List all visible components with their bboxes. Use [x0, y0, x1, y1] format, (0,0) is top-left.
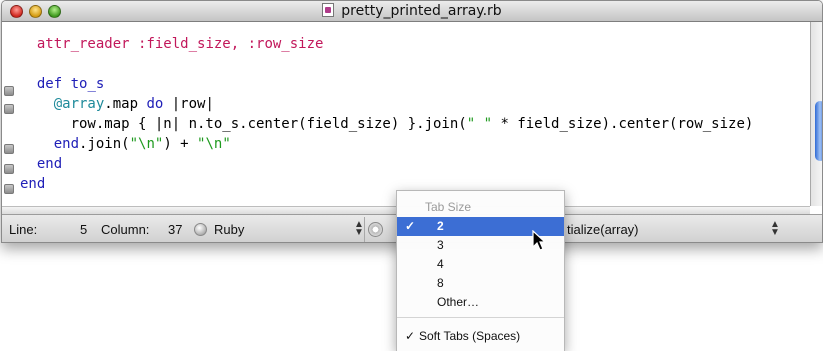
fold-marker-icon[interactable] [4, 184, 14, 194]
fold-marker-icon[interactable] [4, 104, 14, 114]
code-text[interactable]: attr_reader :field_size, :row_size def t… [20, 34, 753, 194]
code-line[interactable] [20, 54, 753, 74]
code-token: * field_size).center(row_size) [492, 116, 754, 132]
gear-icon[interactable] [368, 222, 383, 237]
fold-gutter [2, 22, 16, 206]
menu-item-other[interactable]: Other… [397, 293, 564, 312]
column-label: Column: [101, 222, 150, 237]
menu-item-tab-8[interactable]: 8 [397, 274, 564, 293]
code-token: .join( [79, 136, 130, 152]
code-line[interactable]: row.map { |n| n.to_s.center(field_size) … [20, 114, 754, 134]
code-token: def [36, 76, 63, 92]
code-token: :row_size [247, 36, 324, 52]
code-token: row.map { |n| n.to_s.center(field_size) … [20, 116, 467, 132]
code-token: "\n" [129, 136, 164, 152]
language-icon [194, 223, 207, 236]
code-token: :field_size [138, 36, 231, 52]
ruby-document-icon [322, 3, 335, 17]
code-token: "\n" [197, 136, 231, 152]
code-line[interactable]: end [20, 174, 753, 194]
title-bar[interactable]: pretty_printed_array.rb [2, 1, 822, 22]
code-line[interactable]: @array.map do |row| [20, 94, 753, 114]
tab-size-header: Tab Size [425, 200, 472, 214]
code-line[interactable]: def to_s [20, 74, 753, 94]
code-token: to_s [70, 76, 105, 92]
column-value: 37 [168, 222, 183, 237]
menu-separator [397, 317, 564, 318]
code-token: |row| [163, 96, 214, 112]
code-token: end [20, 176, 46, 192]
code-line[interactable]: end [20, 154, 753, 174]
symbol-popup[interactable]: tialize(array) [567, 222, 639, 237]
line-value: 5 [80, 222, 88, 237]
code-token: .map [104, 96, 147, 112]
code-editor[interactable]: attr_reader :field_size, :row_size def t… [2, 22, 810, 206]
code-line[interactable]: end.join("\n") + "\n" [20, 134, 753, 154]
code-line[interactable]: attr_reader :field_size, :row_size [20, 34, 753, 54]
language-popup-arrows-icon[interactable]: ▲ ▼ [354, 220, 364, 238]
mouse-pointer-icon [532, 230, 547, 251]
language-popup[interactable]: Ruby [214, 222, 244, 237]
divider [364, 217, 365, 242]
fold-marker-icon[interactable] [4, 164, 14, 174]
code-token: , [230, 36, 248, 52]
fold-marker-icon[interactable] [4, 144, 14, 154]
code-token: do [146, 96, 164, 112]
code-token: end [53, 136, 80, 152]
line-label: Line: [9, 222, 38, 237]
symbol-popup-arrows-icon[interactable]: ▲ ▼ [770, 220, 780, 238]
code-token: @array [53, 96, 105, 112]
vertical-scroll-thumb[interactable] [815, 101, 822, 161]
checkmark-icon: ✓ [405, 219, 416, 233]
code-token: end [36, 156, 63, 172]
code-token: attr_reader [36, 36, 130, 52]
menu-item-tab-4[interactable]: 4 [397, 255, 564, 274]
fold-marker-icon[interactable] [4, 86, 14, 96]
menu-item-soft-tabs[interactable]: ✓ Soft Tabs (Spaces) [397, 327, 564, 346]
checkmark-icon: ✓ [405, 329, 416, 343]
code-token: ) + [163, 136, 198, 152]
code-token: " " [466, 116, 493, 132]
window-title: pretty_printed_array.rb [341, 3, 502, 19]
tab-size-menu: Tab Size ✓ 2 3 4 8 Other… ✓ Soft Tabs (S… [396, 190, 565, 351]
